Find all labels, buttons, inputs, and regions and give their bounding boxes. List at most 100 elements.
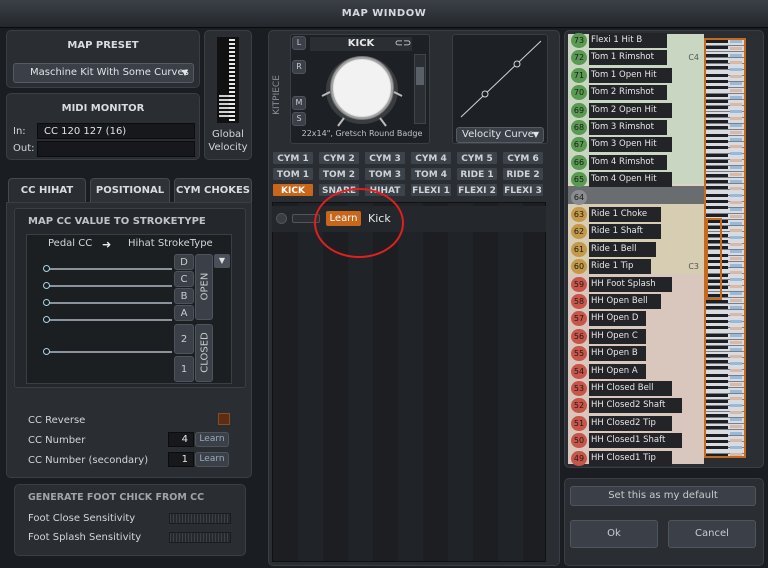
stroke-a: A <box>174 305 194 321</box>
note-map-row[interactable]: 65 Tom 4 Open Hit <box>569 171 703 188</box>
tab-cym-chokes[interactable]: CYM CHOKES <box>174 178 252 202</box>
tab-cc-hihat[interactable]: CC HIHAT <box>8 178 86 202</box>
kitpiece-s-button[interactable]: S <box>292 112 306 126</box>
stroke-2: 2 <box>174 324 194 354</box>
kit-btn-tom4[interactable]: TOM 4 <box>410 167 452 181</box>
note-number: 54 <box>571 363 587 379</box>
kitpiece-r-button[interactable]: R <box>292 60 306 74</box>
note-number: 60 <box>571 259 587 275</box>
note-map-row[interactable]: 60 Ride 1 Tip C3 <box>569 258 703 275</box>
kit-btn-cym6[interactable]: CYM 6 <box>502 151 544 165</box>
note-map-row[interactable]: 52 HH Closed2 Shaft <box>569 397 703 414</box>
note-number: 59 <box>571 276 587 292</box>
slider-a[interactable] <box>43 316 172 323</box>
foot-splash-slider[interactable] <box>169 532 231 543</box>
cc-number-learn-button[interactable]: Learn <box>195 432 229 447</box>
note-name: Flexi 1 Hit B <box>589 33 667 48</box>
slider-handle[interactable] <box>43 348 50 355</box>
note-number: 73 <box>571 33 587 48</box>
kit-btn-tom3[interactable]: TOM 3 <box>364 167 406 181</box>
note-map-row[interactable]: 69 Tom 2 Open Hit <box>569 102 703 119</box>
ok-button[interactable]: Ok <box>570 520 658 548</box>
note-map-row[interactable]: 58 HH Open Bell <box>569 293 703 310</box>
cc-number-secondary-learn-button[interactable]: Learn <box>195 452 229 467</box>
piano-keyboard[interactable] <box>704 38 746 458</box>
kit-btn-ride1[interactable]: RIDE 1 <box>456 167 498 181</box>
note-number: 67 <box>571 137 587 153</box>
mapping-list <box>272 202 546 562</box>
slider-handle[interactable] <box>43 316 50 323</box>
kitpiece-m-button[interactable]: M <box>292 96 306 110</box>
chevron-down-icon: ▼ <box>181 68 188 77</box>
kitpiece-l-button[interactable]: L <box>292 36 306 50</box>
kit-btn-flexi3[interactable]: FLEXI 3 <box>502 183 544 197</box>
kit-btn-tom2[interactable]: TOM 2 <box>318 167 360 181</box>
kit-btn-tom1[interactable]: TOM 1 <box>272 167 314 181</box>
kit-btn-cym1[interactable]: CYM 1 <box>272 151 314 165</box>
cc-number-field[interactable]: 4 <box>168 432 194 447</box>
note-map-row[interactable]: 72 Tom 1 Rimshot C4 <box>569 49 703 66</box>
map-preset-dropdown[interactable]: Maschine Kit With Some Curves ▼ <box>13 63 194 83</box>
midi-in-label: In: <box>13 126 26 137</box>
slider-handle[interactable] <box>43 299 50 306</box>
kit-btn-ride2[interactable]: RIDE 2 <box>502 167 544 181</box>
note-map-row[interactable]: 63 Ride 1 Choke <box>569 206 703 223</box>
global-velocity-meter[interactable] <box>217 37 239 123</box>
note-map-row[interactable]: 62 Ride 1 Shaft <box>569 223 703 240</box>
cc-map-menu-button[interactable]: ▼ <box>214 254 230 268</box>
note-map-row[interactable]: 64 <box>569 189 703 206</box>
note-map-row[interactable]: 71 Tom 1 Open Hit <box>569 67 703 84</box>
note-number: 51 <box>571 415 587 431</box>
cc-map-header: MAP CC VALUE TO STROKETYPE <box>28 216 206 227</box>
note-number: 53 <box>571 381 587 396</box>
slider-c[interactable] <box>43 282 172 289</box>
note-name: Tom 2 Open Hit <box>589 102 672 118</box>
note-map-row[interactable]: 70 Tom 2 Rimshot <box>569 84 703 101</box>
note-map-row[interactable]: 53 HH Closed Bell <box>569 380 703 397</box>
cc-reverse-checkbox[interactable] <box>218 413 230 425</box>
foot-close-slider[interactable] <box>169 513 231 524</box>
note-map-row[interactable]: 50 HH Closed1 Shaft <box>569 432 703 449</box>
note-map-row[interactable]: 67 Tom 3 Open Hit <box>569 136 703 153</box>
slider-d[interactable] <box>43 265 172 272</box>
kitpiece-scrollbar[interactable] <box>414 54 426 124</box>
cancel-button[interactable]: Cancel <box>668 520 756 548</box>
note-number: 65 <box>571 172 587 188</box>
kit-btn-cym4[interactable]: CYM 4 <box>410 151 452 165</box>
cc-number-secondary-field[interactable]: 1 <box>168 452 194 467</box>
velocity-curve-dropdown[interactable]: Velocity Curve ▼ <box>456 127 544 143</box>
kit-btn-kick[interactable]: KICK <box>272 183 314 197</box>
note-name: Tom 3 Rimshot <box>589 120 667 135</box>
velocity-curve-graph[interactable] <box>459 39 543 119</box>
kit-btn-cym3[interactable]: CYM 3 <box>364 151 406 165</box>
note-map-row[interactable]: 59 HH Foot Splash <box>569 276 703 293</box>
note-map-row[interactable]: 61 Ride 1 Bell <box>569 241 703 258</box>
note-map-row[interactable]: 51 HH Closed2 Tip <box>569 415 703 432</box>
note-name: Tom 4 Open Hit <box>589 172 672 188</box>
note-map-row[interactable]: 68 Tom 3 Rimshot <box>569 119 703 136</box>
link-icon[interactable]: ⊂⊃ <box>394 38 412 50</box>
note-name: Ride 1 Shaft <box>589 224 662 240</box>
note-map-row[interactable]: 73 Flexi 1 Hit B <box>569 32 703 49</box>
kit-btn-cym5[interactable]: CYM 5 <box>456 151 498 165</box>
kit-btn-flexi1[interactable]: FLEXI 1 <box>410 183 452 197</box>
arrow-right-icon: ➜ <box>102 238 112 251</box>
kit-btn-flexi2[interactable]: FLEXI 2 <box>456 183 498 197</box>
note-number: 62 <box>571 224 587 240</box>
tab-positional[interactable]: POSITIONAL <box>90 178 170 202</box>
note-map-scrollbar[interactable] <box>748 38 760 458</box>
note-map-row[interactable]: 49 HH Closed1 Tip <box>569 450 703 467</box>
note-number: 70 <box>571 85 587 101</box>
slider-2[interactable] <box>43 348 172 355</box>
note-name: HH Open Bell <box>589 294 662 309</box>
slider-handle[interactable] <box>43 265 50 272</box>
note-map-row[interactable]: 55 HH Open B <box>569 345 703 362</box>
note-map-row[interactable]: 66 Tom 4 Rimshot <box>569 154 703 171</box>
slider-handle[interactable] <box>43 282 50 289</box>
note-map-row[interactable]: 57 HH Open D <box>569 310 703 327</box>
slider-b[interactable] <box>43 299 172 306</box>
kit-btn-cym2[interactable]: CYM 2 <box>318 151 360 165</box>
note-map-row[interactable]: 56 HH Open C <box>569 328 703 345</box>
note-map-row[interactable]: 54 HH Open A <box>569 363 703 380</box>
set-default-button[interactable]: Set this as my default <box>570 486 756 506</box>
